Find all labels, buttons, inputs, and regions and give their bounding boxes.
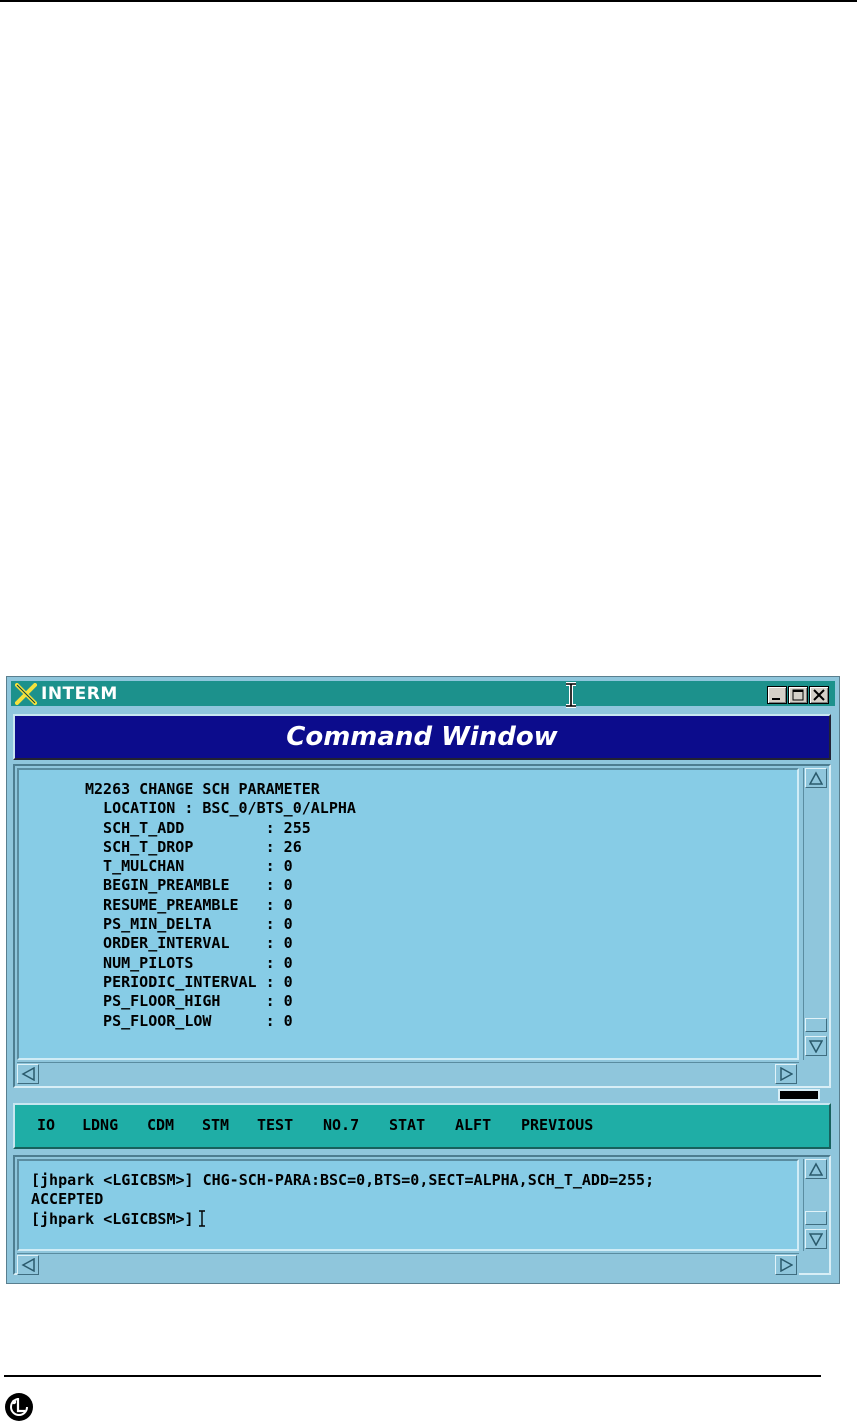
output-line: T_MULCHAN : 0: [85, 857, 293, 876]
scroll-down-button[interactable]: [805, 1036, 827, 1056]
interm-window: INTERM Command Window M2263 CHANGE SCH P…: [6, 676, 840, 1284]
menu-item-previous[interactable]: PREVIOUS: [521, 1116, 593, 1134]
output-panel: M2263 CHANGE SCH PARAMETER LOCATION : BS…: [13, 764, 831, 1088]
scroll-thumb[interactable]: [805, 1018, 827, 1032]
close-icon: [813, 689, 825, 701]
pane-splitter-handle[interactable]: [778, 1089, 820, 1101]
scroll-right-button[interactable]: [775, 1064, 797, 1084]
menu-item-test[interactable]: TEST: [257, 1116, 293, 1134]
output-line: M2263 CHANGE SCH PARAMETER: [85, 780, 320, 798]
text-cursor-icon: [566, 682, 576, 708]
output-line: PS_MIN_DELTA : 0: [85, 915, 293, 934]
output-line: PS_FLOOR_HIGH : 0: [85, 992, 293, 1011]
arrow-right-icon: [780, 1067, 793, 1081]
input-lines: [jhpark <LGICBSM>] CHG-SCH-PARA:BSC=0,BT…: [31, 1171, 654, 1229]
page-top-rule: [0, 0, 857, 2]
output-line: LOCATION : BSC_0/BTS_0/ALPHA: [85, 799, 356, 818]
command-input-area[interactable]: [jhpark <LGICBSM>] CHG-SCH-PARA:BSC=0,BT…: [17, 1159, 799, 1251]
command-menu-bar: IO LDNG CDM STM TEST NO.7 STAT ALFT PREV…: [13, 1103, 831, 1149]
minimize-icon: [772, 698, 780, 700]
menu-item-cdm[interactable]: CDM: [147, 1116, 174, 1134]
output-text-area[interactable]: M2263 CHANGE SCH PARAMETER LOCATION : BS…: [17, 768, 799, 1060]
menu-item-alft[interactable]: ALFT: [455, 1116, 491, 1134]
page-bottom-rule: [4, 1375, 821, 1377]
scroll-thumb[interactable]: [805, 1211, 827, 1225]
input-line: [jhpark <LGICBSM>] CHG-SCH-PARA:BSC=0,BT…: [31, 1171, 655, 1189]
x-logo-icon: [15, 683, 37, 705]
menu-item-stat[interactable]: STAT: [389, 1116, 425, 1134]
arrow-down-icon: [809, 1040, 823, 1053]
output-line: NUM_PILOTS : 0: [85, 953, 293, 972]
scroll-right-button[interactable]: [775, 1255, 797, 1275]
lg-logo-icon: [5, 1393, 33, 1421]
close-button[interactable]: [809, 686, 829, 704]
input-panel: [jhpark <LGICBSM>] CHG-SCH-PARA:BSC=0,BT…: [13, 1155, 831, 1275]
output-horizontal-scrollbar[interactable]: [17, 1062, 799, 1084]
scroll-up-button[interactable]: [805, 768, 827, 788]
output-line: PS_FLOOR_LOW : 0: [85, 1011, 293, 1030]
window-title: INTERM: [41, 684, 118, 704]
output-line: RESUME_PREAMBLE : 0: [85, 895, 293, 914]
input-line: ACCEPTED: [31, 1190, 104, 1209]
menu-item-io[interactable]: IO: [37, 1116, 55, 1134]
arrow-up-icon: [809, 1162, 823, 1176]
command-window-title: Command Window: [286, 722, 558, 752]
output-line: BEGIN_PREAMBLE : 0: [85, 876, 293, 895]
minimize-button[interactable]: [767, 686, 787, 704]
input-vertical-scrollbar[interactable]: [803, 1159, 829, 1251]
menu-item-ldng[interactable]: LDNG: [82, 1116, 118, 1134]
maximize-icon: [792, 689, 804, 701]
menu-item-stm[interactable]: STM: [202, 1116, 229, 1134]
maximize-button[interactable]: [788, 686, 808, 704]
arrow-left-icon: [21, 1258, 35, 1272]
arrow-right-icon: [780, 1258, 793, 1272]
scroll-left-button[interactable]: [17, 1064, 39, 1084]
scroll-up-button[interactable]: [805, 1159, 827, 1179]
output-vertical-scrollbar[interactable]: [803, 768, 829, 1060]
title-bar[interactable]: INTERM: [11, 681, 835, 708]
input-horizontal-scrollbar[interactable]: [17, 1253, 799, 1275]
scroll-down-button[interactable]: [805, 1229, 827, 1249]
text-caret-icon: [198, 1209, 205, 1227]
arrow-up-icon: [809, 771, 823, 785]
command-window-header: Command Window: [13, 714, 831, 760]
output-lines: M2263 CHANGE SCH PARAMETER LOCATION : BS…: [85, 780, 356, 1031]
output-line: ORDER_INTERVAL : 0: [85, 934, 293, 953]
input-line: [jhpark <LGICBSM>]: [31, 1209, 194, 1228]
output-line: SCH_T_DROP : 26: [85, 837, 302, 856]
arrow-left-icon: [21, 1067, 35, 1081]
menu-item-no7[interactable]: NO.7: [323, 1116, 359, 1134]
arrow-down-icon: [809, 1233, 823, 1246]
scroll-left-button[interactable]: [17, 1255, 39, 1275]
output-line: PERIODIC_INTERVAL : 0: [85, 972, 293, 991]
output-line: SCH_T_ADD : 255: [85, 818, 311, 837]
